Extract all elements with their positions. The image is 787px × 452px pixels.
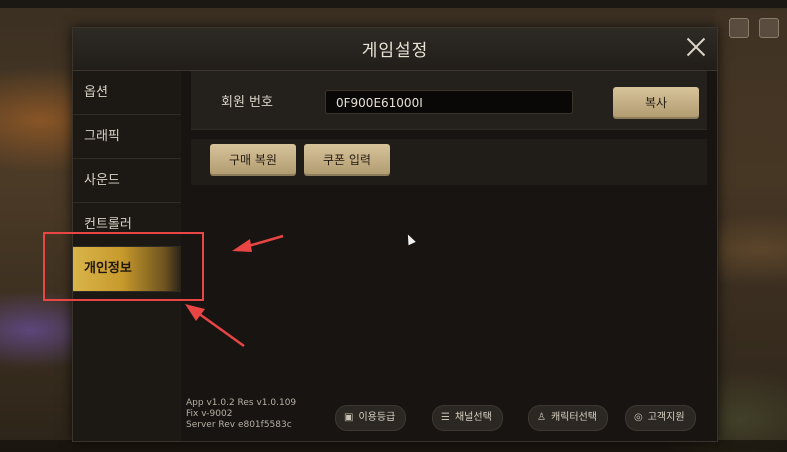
modal-header: 게임설정: [73, 28, 717, 71]
version-line-fix: Fix v-9002: [186, 409, 233, 419]
close-icon[interactable]: [685, 36, 707, 58]
channel-select-button[interactable]: ☰ 채널선택: [432, 405, 503, 431]
sidebar-item-graphics[interactable]: 그래픽: [73, 115, 181, 159]
mail-icon[interactable]: [729, 18, 749, 38]
list-icon: ☰: [441, 412, 450, 423]
purchase-actions-row: 구매 복원 쿠폰 입력: [191, 139, 707, 185]
side-hud: [715, 10, 787, 450]
customer-support-button[interactable]: ◎ 고객지원: [625, 405, 696, 431]
member-number-field[interactable]: 0F900E61000I: [325, 90, 573, 114]
coupon-input-button[interactable]: 쿠폰 입력: [304, 144, 390, 176]
rating-button[interactable]: ▣ 이용등급: [335, 405, 407, 431]
menu-icon[interactable]: [759, 18, 779, 38]
settings-content: 회원 번호 0F900E61000I 복사 구매 복원 쿠폰 입력: [181, 71, 717, 441]
member-number-row: 회원 번호 0F900E61000I 복사: [191, 71, 707, 130]
modal-title: 게임설정: [361, 41, 429, 61]
copy-button[interactable]: 복사: [613, 87, 699, 119]
sidebar-item-sound[interactable]: 사운드: [73, 159, 181, 203]
member-number-label: 회원 번호: [221, 95, 273, 110]
annotation-highlight-box: [43, 232, 204, 301]
restore-purchase-button[interactable]: 구매 복원: [210, 144, 296, 176]
character-select-button[interactable]: ♙ 캐릭터선택: [528, 405, 608, 431]
version-info: App v1.0.2 Res v1.0.109 Fix v-9002 Serve…: [186, 398, 296, 431]
status-bar: [0, 0, 787, 8]
version-line-server: Server Rev e801f5583c: [186, 420, 292, 430]
gamepad-icon: ▣: [344, 412, 354, 423]
sidebar-item-options[interactable]: 옵션: [73, 71, 181, 115]
support-icon: ◎: [634, 412, 643, 423]
character-icon: ♙: [537, 412, 546, 423]
version-line-app: App v1.0.2 Res v1.0.109: [186, 398, 297, 408]
